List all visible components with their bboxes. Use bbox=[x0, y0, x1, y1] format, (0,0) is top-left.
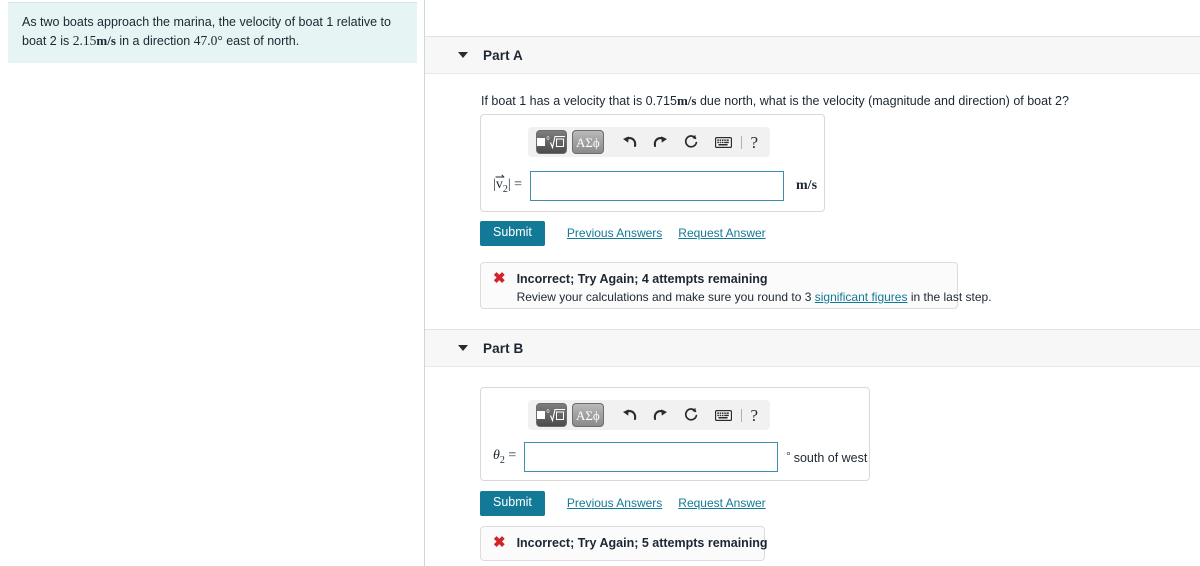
submit-button-a[interactable]: Submit bbox=[480, 221, 545, 246]
significant-figures-link-a[interactable]: significant figures bbox=[815, 290, 908, 304]
part-title-a: Part A bbox=[483, 47, 523, 63]
toolbar-divider-a bbox=[740, 135, 742, 149]
problem-statement-pane: As two boats approach the marina, the ve… bbox=[0, 0, 425, 566]
undo-icon-b[interactable] bbox=[618, 403, 642, 427]
answer-input-b[interactable] bbox=[524, 442, 779, 472]
part-a-prompt-after: due north, what is the velocity (magnitu… bbox=[699, 94, 1069, 108]
answer-row-b: θ2 = ° south of west bbox=[493, 442, 867, 472]
math-toolbar-a: 0 ΑΣϕ ? bbox=[528, 127, 770, 157]
keyboard-icon-a[interactable] bbox=[712, 130, 736, 154]
svg-text:0: 0 bbox=[547, 136, 550, 142]
help-icon-b[interactable]: ? bbox=[746, 407, 762, 424]
problem-angle-value: 47.0 bbox=[193, 33, 218, 49]
part-a-prompt: If boat 1 has a velocity that is 0.715m/… bbox=[481, 92, 1069, 111]
answer-suffix-b: ° south of west bbox=[786, 450, 867, 465]
part-a-prompt-unit: m/s bbox=[676, 93, 697, 108]
greek-symbols-button-a[interactable]: ΑΣϕ bbox=[572, 130, 604, 154]
toolbar-divider-b bbox=[740, 408, 742, 422]
reset-icon-b[interactable] bbox=[679, 403, 703, 427]
answer-suffix-text-b: south of west bbox=[793, 450, 868, 465]
redo-icon-b[interactable] bbox=[648, 403, 672, 427]
greek-symbols-label-b: ΑΣϕ bbox=[575, 407, 600, 423]
collapse-caret-icon-a[interactable] bbox=[458, 52, 468, 58]
page-root: As two boats approach the marina, the ve… bbox=[0, 0, 1200, 566]
problem-velocity-unit: m/s bbox=[96, 33, 116, 49]
math-toolbar-b: 0 ΑΣϕ ? bbox=[528, 400, 770, 430]
actions-b: Submit Previous Answers Request Answer bbox=[480, 491, 766, 516]
part-header-b[interactable]: Part B bbox=[425, 329, 1200, 367]
previous-answers-link-b[interactable]: Previous Answers bbox=[567, 496, 662, 510]
answer-input-a[interactable] bbox=[530, 171, 785, 201]
degree-symbol-icon: ° bbox=[217, 33, 223, 49]
feedback-sub-after-a: in the last step. bbox=[910, 290, 992, 305]
answer-box-b: 0 ΑΣϕ ? θ2 = ° south of west bbox=[480, 387, 870, 481]
error-x-icon-a: ✖ bbox=[493, 270, 506, 287]
svg-text:0: 0 bbox=[547, 409, 550, 415]
request-answer-link-b[interactable]: Request Answer bbox=[678, 496, 765, 510]
answer-label-b: θ2 = bbox=[493, 448, 517, 466]
problem-mid-text: in a direction bbox=[119, 34, 191, 49]
feedback-sub-before-a: Review your calculations and make sure y… bbox=[516, 290, 812, 305]
nth-root-template-button-b[interactable]: 0 bbox=[536, 403, 568, 427]
answer-unit-a: m/s bbox=[796, 178, 818, 193]
keyboard-icon-b[interactable] bbox=[712, 403, 736, 427]
request-answer-link-a[interactable]: Request Answer bbox=[678, 226, 765, 240]
feedback-b: ✖ Incorrect; Try Again; 5 attempts remai… bbox=[480, 526, 768, 561]
error-x-icon-b: ✖ bbox=[493, 533, 506, 551]
answer-row-a: |v ⇀ 2| = m/s bbox=[493, 170, 818, 201]
previous-answers-link-a[interactable]: Previous Answers bbox=[567, 226, 662, 240]
undo-icon-a[interactable] bbox=[618, 130, 642, 154]
feedback-title-b: Incorrect; Try Again; 5 attempts remaini… bbox=[516, 535, 768, 550]
answer-pane: Part A If boat 1 has a velocity that is … bbox=[425, 0, 1200, 566]
greek-symbols-button-b[interactable]: ΑΣϕ bbox=[572, 403, 604, 427]
feedback-title-a: Incorrect; Try Again; 4 attempts remaini… bbox=[516, 272, 768, 286]
part-title-b: Part B bbox=[483, 340, 524, 356]
feedback-sub-a: Review your calculations and make sure y… bbox=[517, 289, 992, 306]
submit-button-b[interactable]: Submit bbox=[480, 491, 545, 516]
part-a-prompt-before: If boat 1 has a velocity that is 0.715 bbox=[481, 94, 677, 108]
greek-symbols-label-a: ΑΣϕ bbox=[575, 134, 600, 150]
degree-symbol-icon-b: ° bbox=[786, 449, 791, 462]
problem-statement-text: As two boats approach the marina, the ve… bbox=[22, 13, 403, 51]
part-header-a[interactable]: Part A bbox=[425, 36, 1200, 74]
help-icon-a[interactable]: ? bbox=[746, 134, 762, 151]
problem-velocity-value: 2.15 bbox=[72, 33, 97, 49]
collapse-caret-icon-b[interactable] bbox=[458, 345, 468, 351]
answer-label-a: |v ⇀ 2| = bbox=[493, 170, 523, 195]
reset-icon-a[interactable] bbox=[679, 130, 703, 154]
problem-tail-text: east of north. bbox=[226, 34, 300, 49]
redo-icon-a[interactable] bbox=[648, 130, 672, 154]
feedback-a: ✖ Incorrect; Try Again; 4 attempts remai… bbox=[480, 262, 992, 309]
answer-box-a: 0 ΑΣϕ ? |v ⇀ 2| = m/s bbox=[480, 114, 825, 212]
nth-root-template-button-a[interactable]: 0 bbox=[536, 130, 568, 154]
problem-statement-box: As two boats approach the marina, the ve… bbox=[8, 2, 417, 63]
actions-a: Submit Previous Answers Request Answer bbox=[480, 221, 766, 246]
